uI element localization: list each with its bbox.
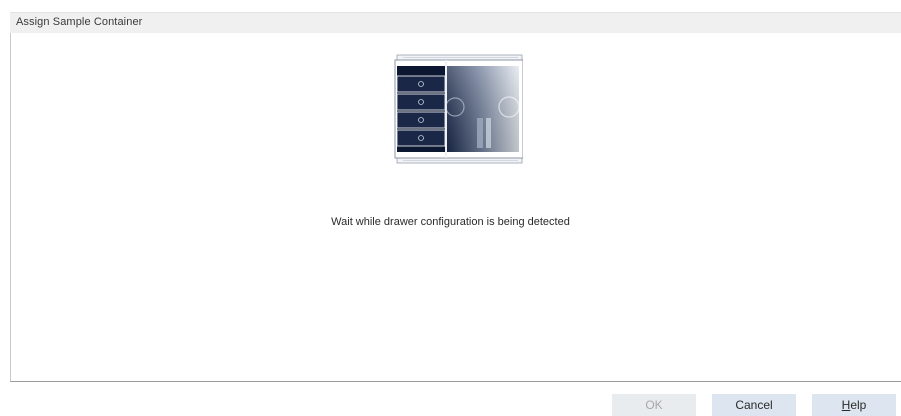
help-label-rest: elp xyxy=(850,398,867,412)
sample-drawer-illustration-icon xyxy=(394,54,523,164)
detection-status-message: Wait while drawer configuration is being… xyxy=(331,216,570,228)
cancel-button[interactable]: Cancel xyxy=(712,394,796,416)
dialog-title: Assign Sample Container xyxy=(16,16,143,28)
ok-button[interactable]: OK xyxy=(612,394,696,416)
dialog-title-bar[interactable]: Assign Sample Container xyxy=(10,12,901,33)
help-button[interactable]: Help xyxy=(812,394,896,416)
